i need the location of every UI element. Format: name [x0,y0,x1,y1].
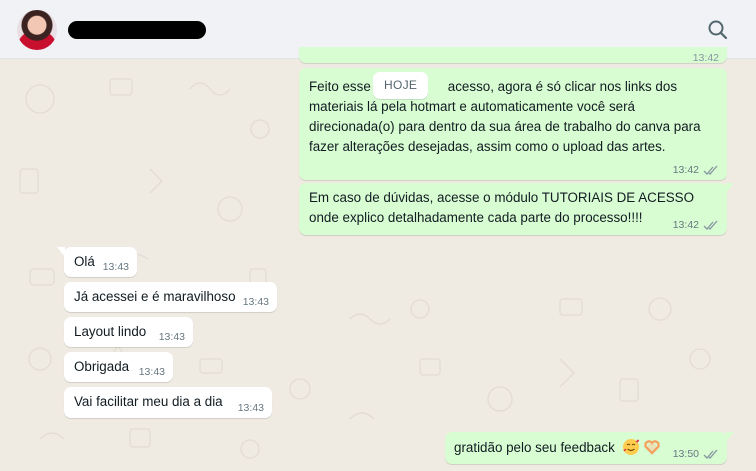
message-meta: 13:50 [673,447,719,461]
message-bubble-outgoing[interactable]: Em caso de dúvidas, acesse o módulo TUTO… [299,183,734,235]
message-time: 13:43 [102,261,129,273]
message-time: 13:42 [672,164,699,176]
message-line: direcionada(o) para dentro da sua área d… [309,119,701,134]
search-icon [708,20,728,40]
message-line: Feito esse [309,79,371,94]
date-divider: HOJE [373,72,429,99]
message-bubble-incoming[interactable]: Vai facilitar meu dia a dia 13:43 [64,387,272,418]
heart-hands-emoji [644,440,661,455]
bubble-tail [726,183,734,193]
search-button[interactable] [704,16,732,44]
message-bubble-incoming[interactable]: Já acessei e é maravilhoso 13:43 [64,282,277,312]
message-time: 13:43 [237,402,264,414]
message-bubble-incoming[interactable]: Layout lindo 13:43 [64,317,193,347]
message-line: fazer alterações desejadas, assim como o… [309,139,666,154]
contact-name-redacted[interactable] [68,21,206,39]
message-time: 13:43 [158,331,185,343]
bubble-tail [57,247,65,257]
message-line: acesso, agora é só clicar nos links dos [447,79,678,94]
message-bubble-outgoing-partial[interactable]: 13:42 [299,47,727,65]
message-text: gratidão pelo seu feedback [454,440,615,455]
message-text: Vai facilitar meu dia a dia [74,394,223,409]
message-meta: 13:42 [673,218,719,232]
message-time: 13:43 [138,366,165,378]
message-meta: 13:42 [693,51,719,65]
message-bubble-incoming[interactable]: Olá 13:43 [57,247,137,277]
double-check-icon [703,449,718,459]
message-bubble-outgoing[interactable]: gratidão pelo seu feedback 13:50 [445,432,734,464]
message-bubble-incoming[interactable]: Obrigada 13:43 [64,352,173,382]
message-text: Já acessei e é maravilhoso [74,289,236,304]
message-line: materiais lá pela hotmart e automaticame… [309,99,635,114]
message-line: Em caso de dúvidas, acesse o módulo TUTO… [309,190,695,205]
message-time: 13:43 [242,296,269,308]
message-time: 13:42 [672,219,699,231]
double-check-icon [703,165,718,175]
smiling-face-with-hearts-emoji [622,439,639,455]
message-bubble-outgoing[interactable]: Feito esse acesso, agora é só clicar nos … [299,68,727,180]
contact-avatar[interactable] [17,10,57,50]
double-check-icon [703,220,718,230]
message-text: Layout lindo [74,324,147,339]
bubble-tail [726,432,734,442]
message-line: onde explico detalhadamente cada parte d… [309,210,643,225]
message-time: 13:50 [672,448,699,460]
message-time: 13:42 [692,52,719,64]
message-text: Olá [74,254,95,269]
message-meta: 13:42 [673,163,719,177]
message-text: Obrigada [74,359,130,374]
